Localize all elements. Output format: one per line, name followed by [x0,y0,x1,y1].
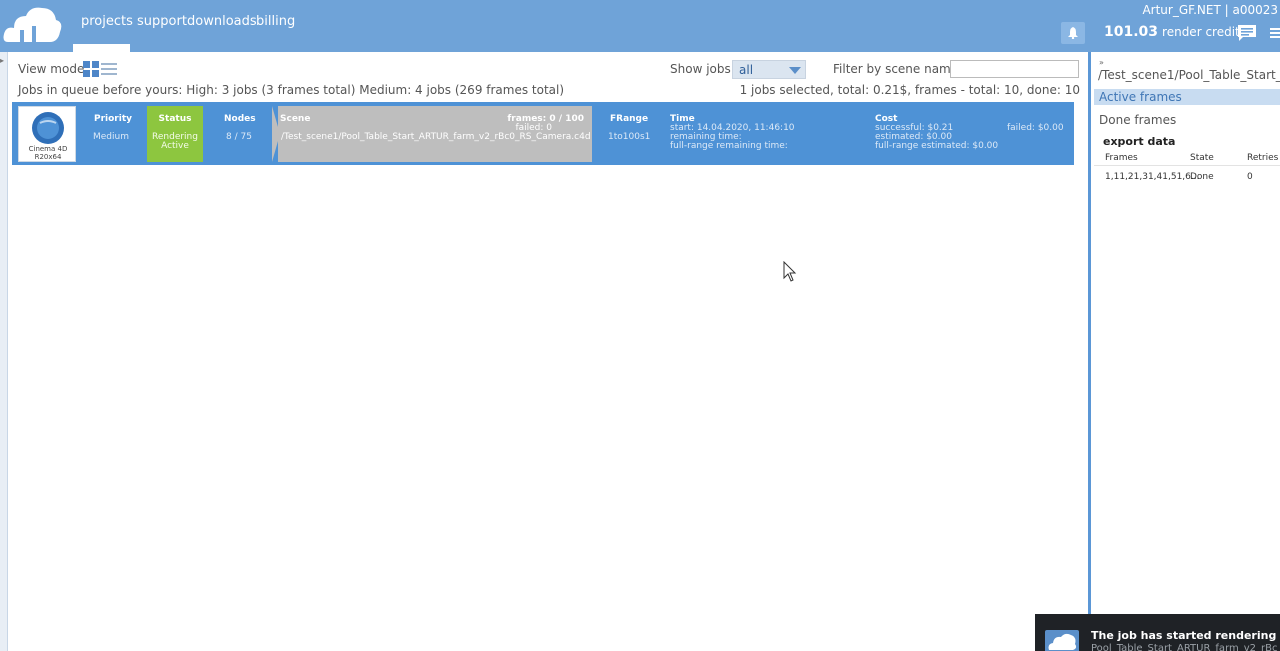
user-account[interactable]: Artur_GF.NET | a00023 [1142,3,1278,17]
frames-table-header: Frames State Retries [1094,150,1280,166]
mouse-cursor-icon [783,261,797,282]
nodes-header: Nodes [224,114,256,124]
toast-notification[interactable]: The job has started rendering Pool_Table… [1035,614,1280,651]
show-jobs-label: Show jobs: [670,62,735,76]
show-jobs-value: all [739,63,754,77]
menu-icon[interactable] [1270,27,1280,39]
active-frames-tab[interactable]: Active frames [1094,89,1280,105]
filter-scene-input[interactable] [950,60,1079,78]
toast-title: The job has started rendering [1091,629,1277,642]
app-name: Cinema 4D [28,145,68,153]
status-value-active: Active [161,141,189,151]
app-badge: Cinema 4D R20x64 [18,106,76,162]
nav-billing[interactable]: billing [256,14,295,29]
export-data-button[interactable]: export data [1103,135,1175,148]
selection-summary: 1 jobs selected, total: 0.21$, frames - … [739,83,1080,97]
scene-path: /Test_scene1/Pool_Table_Start_ARTUR_farm… [281,132,591,142]
chevron-down-icon [789,67,801,74]
bell-icon [1068,27,1078,39]
priority-header: Priority [94,114,132,124]
view-mode-label: View mode: [18,62,89,76]
credits-value: 101.03 [1104,24,1159,40]
time-full-remaining: full-range remaining time: [670,141,788,151]
render-credits: 101.03 render credits [1104,24,1246,40]
job-row[interactable]: Cinema 4D R20x64 Priority Medium Status … [12,102,1074,165]
priority-value: Medium [93,132,129,142]
scene-cell[interactable]: Scene frames: 0 / 100 failed: 0 /Test_sc… [278,106,592,162]
top-bar: projects support downloads billing Artur… [0,0,1280,52]
retries-column-header: Retries [1247,153,1279,163]
state-column-header: State [1190,153,1214,163]
chat-icon[interactable] [1237,24,1257,42]
notifications-button[interactable] [1061,22,1085,44]
frames-column-header: Frames [1105,153,1138,163]
frange-header: FRange [610,114,649,124]
nodes-value: 8 / 75 [226,132,252,142]
panel-scene-path: /Test_scene1/Pool_Table_Start_ART [1098,68,1280,82]
expand-arrow-icon[interactable]: ▸ [0,56,4,65]
frange-value: 1to100s1 [608,132,651,142]
credits-label: render credits [1162,25,1246,39]
queue-info: Jobs in queue before yours: High: 3 jobs… [18,83,565,97]
left-collapse-strip[interactable] [0,52,8,651]
cloud-logo-icon[interactable] [2,2,62,46]
frames-cell: 1,11,21,31,41,51,6... [1105,172,1200,182]
cinema4d-logo-icon [32,112,64,144]
app-version: R20x64 [34,153,62,161]
scene-header: Scene [280,114,311,124]
nav-active-indicator [73,44,130,52]
app-window: projects support downloads billing Artur… [0,0,1280,651]
collapse-panel-icon[interactable]: » [1099,58,1104,67]
status-header: Status [158,114,192,124]
retries-cell: 0 [1247,172,1253,182]
show-jobs-select[interactable]: all [732,60,806,79]
state-cell: Done [1190,172,1214,182]
status-cell: Status Rendering Active [147,106,203,162]
list-view-icon[interactable] [101,62,117,76]
nav-downloads[interactable]: downloads [187,14,257,29]
toast-app-icon [1045,630,1079,651]
toast-subtitle: Pool_Table_Start_ARTUR_farm_v2_rBc [1091,643,1278,651]
nav-projects[interactable]: projects [81,14,133,29]
filter-label: Filter by scene name: [833,62,963,76]
nav-support[interactable]: support [137,14,187,29]
cost-failed: failed: $0.00 [1007,123,1064,133]
job-details-panel: » /Test_scene1/Pool_Table_Start_ART Acti… [1088,52,1280,651]
grid-view-icon[interactable] [83,61,99,77]
done-frames-tab[interactable]: Done frames [1099,113,1176,127]
cost-full-estimated: full-range estimated: $0.00 [875,141,999,151]
